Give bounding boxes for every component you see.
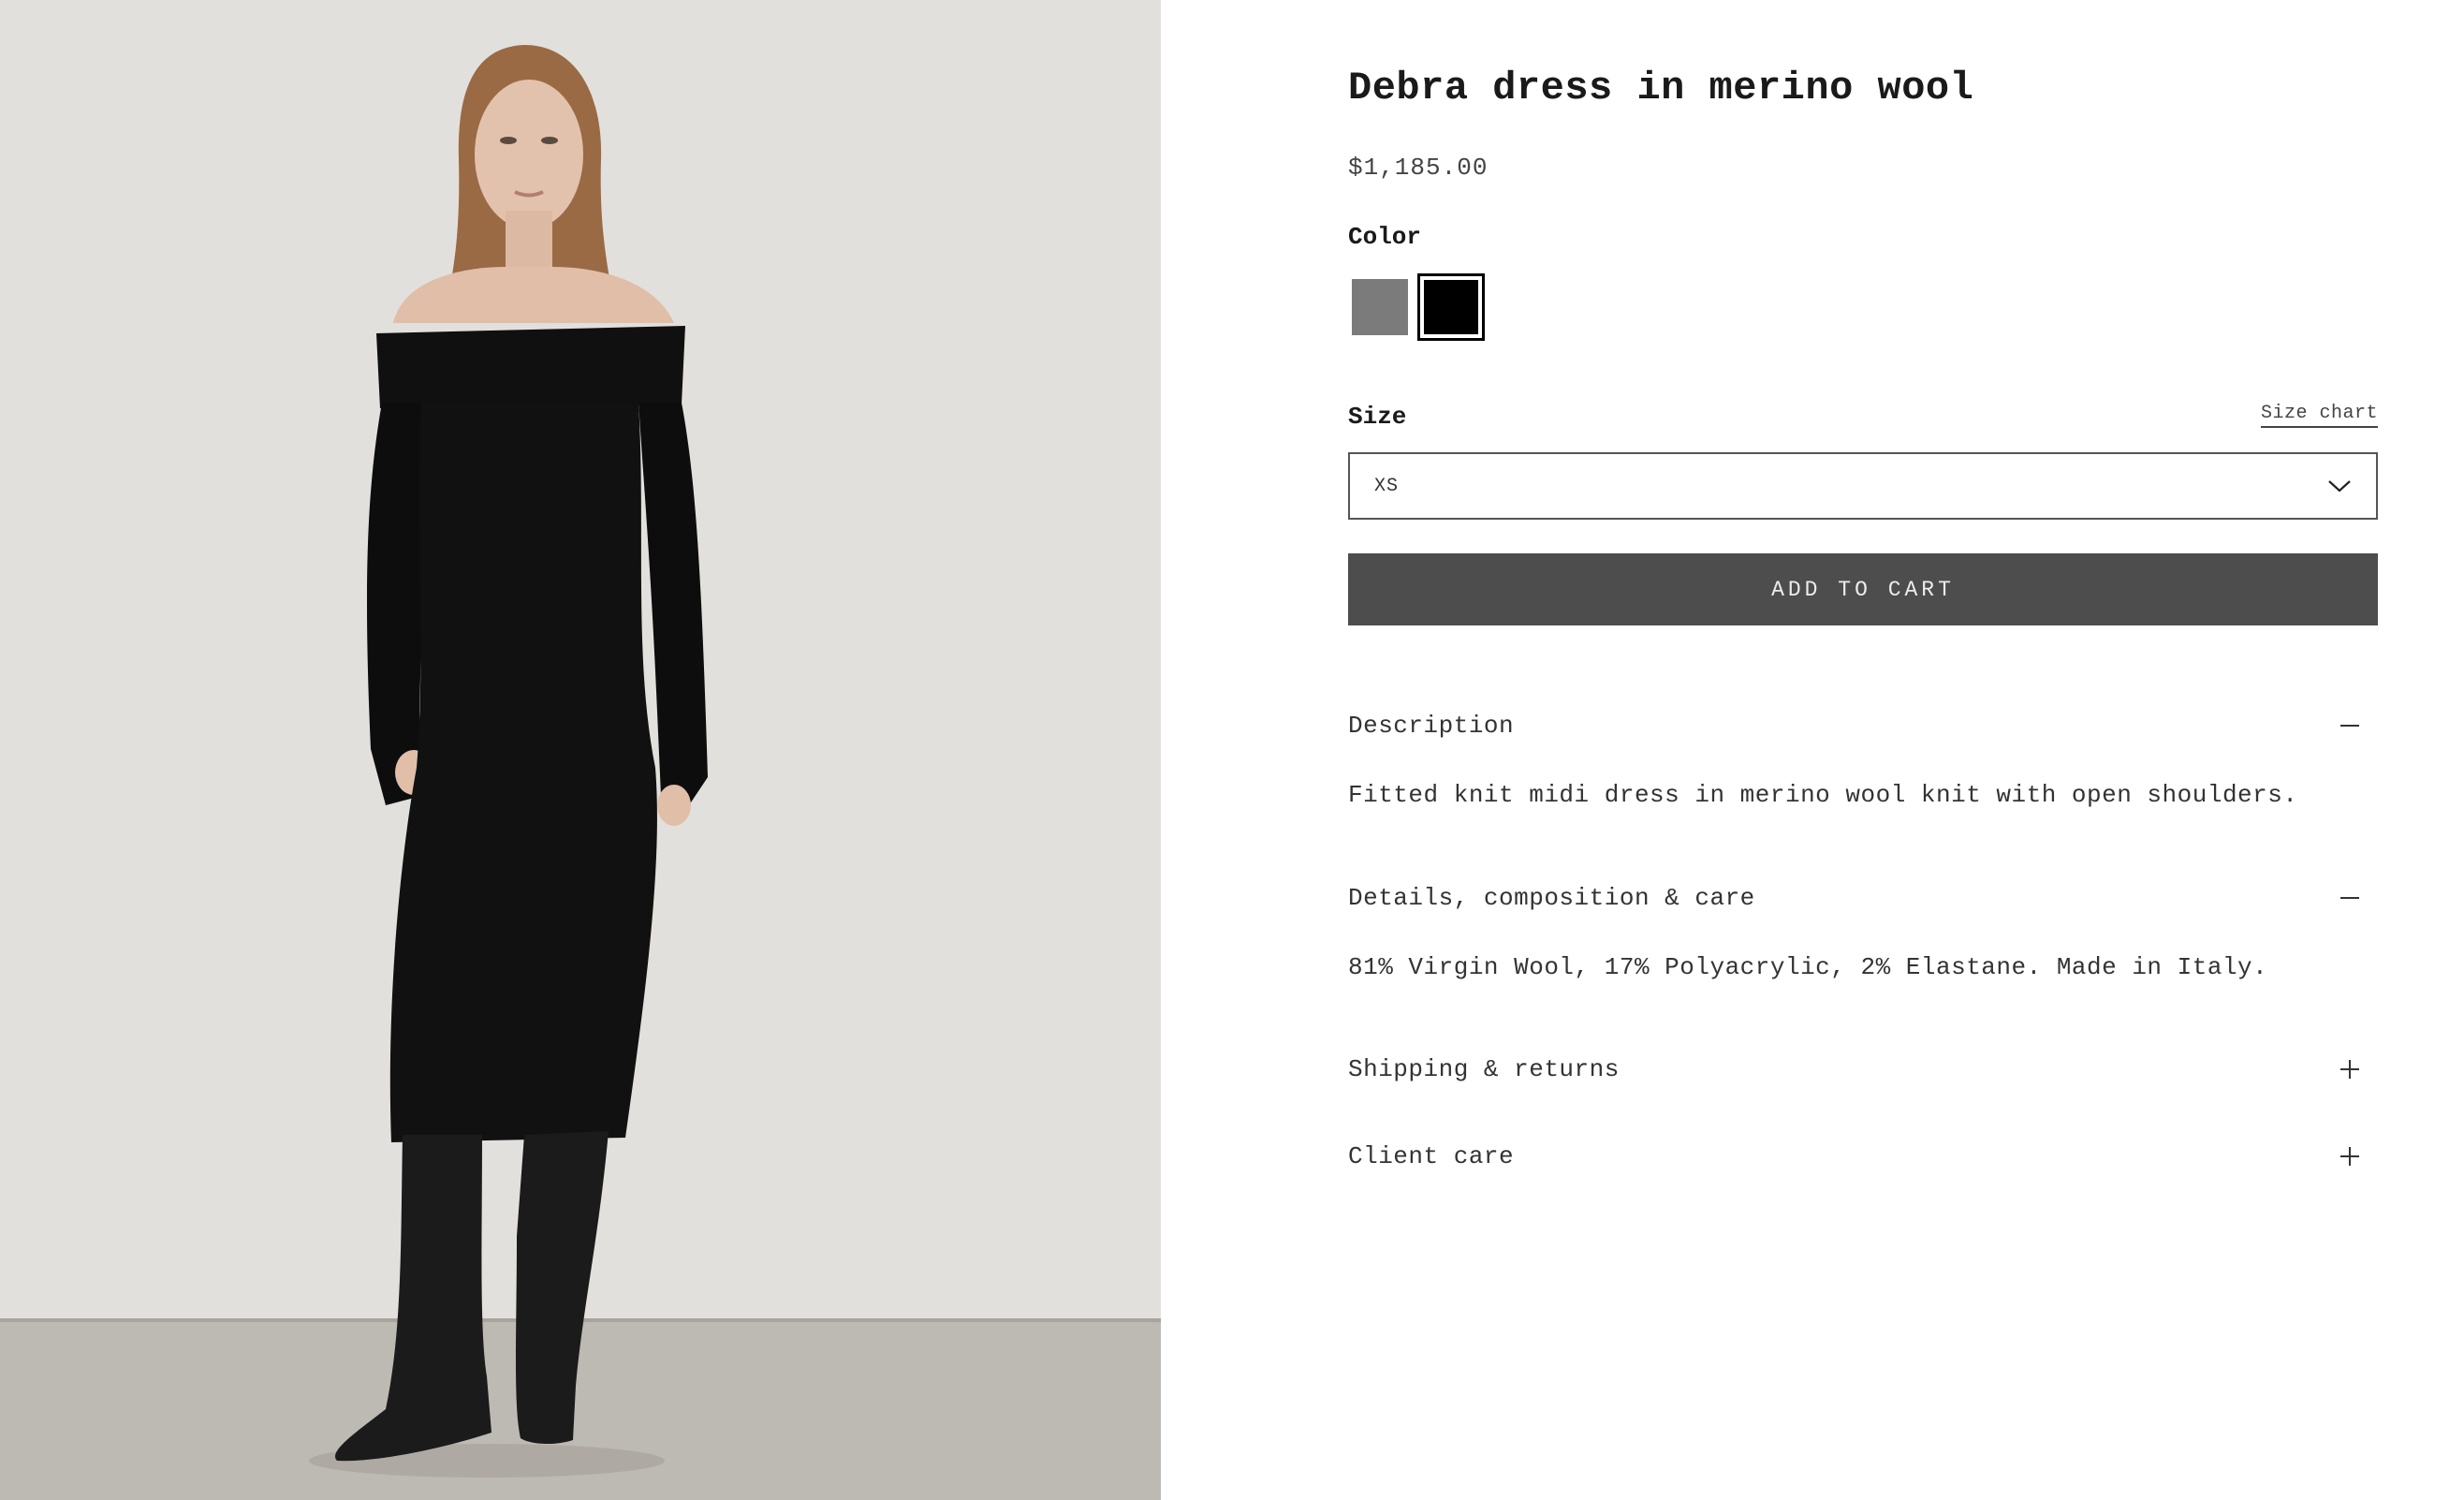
color-swatches xyxy=(1348,273,1535,341)
plus-icon xyxy=(2337,1138,2378,1175)
minus-icon xyxy=(2337,707,2378,744)
size-label: Size xyxy=(1348,403,1407,431)
product-info-panel: Debra dress in merino wool $1,185.00 Col… xyxy=(1348,0,2378,1500)
accordion-description-header[interactable]: Description xyxy=(1348,707,2378,744)
accordion-details-header[interactable]: Details, composition & care xyxy=(1348,879,2378,917)
size-chart-link[interactable]: Size chart xyxy=(2260,403,2378,428)
plus-icon xyxy=(2337,1051,2378,1088)
size-select[interactable]: XS xyxy=(1348,452,2378,520)
accordion-title: Description xyxy=(1348,712,1515,740)
add-to-cart-button[interactable]: ADD TO CART xyxy=(1348,553,2378,625)
product-photo-illustration xyxy=(0,0,1161,1500)
color-label: Color xyxy=(1348,223,1422,251)
accordion-description-body: Fitted knit midi dress in merino wool kn… xyxy=(1348,781,2298,809)
accordion-title: Client care xyxy=(1348,1142,1515,1170)
product-image[interactable] xyxy=(0,0,1161,1500)
accordion-client-care-header[interactable]: Client care xyxy=(1348,1138,2378,1175)
size-select-value: XS xyxy=(1374,475,1400,497)
product-price: $1,185.00 xyxy=(1348,154,1489,182)
color-swatch-grey[interactable] xyxy=(1352,279,1408,335)
minus-icon xyxy=(2337,879,2378,917)
accordion-shipping-header[interactable]: Shipping & returns xyxy=(1348,1051,2378,1088)
product-title: Debra dress in merino wool xyxy=(1348,66,1974,110)
swatch-fill xyxy=(1424,280,1478,334)
chevron-down-icon xyxy=(2328,480,2351,493)
accordion-title: Shipping & returns xyxy=(1348,1055,1620,1083)
accordion-details-body: 81% Virgin Wool, 17% Polyacrylic, 2% Ela… xyxy=(1348,953,2268,981)
color-swatch-black-selected[interactable] xyxy=(1417,273,1485,341)
accordion-title: Details, composition & care xyxy=(1348,884,1755,912)
